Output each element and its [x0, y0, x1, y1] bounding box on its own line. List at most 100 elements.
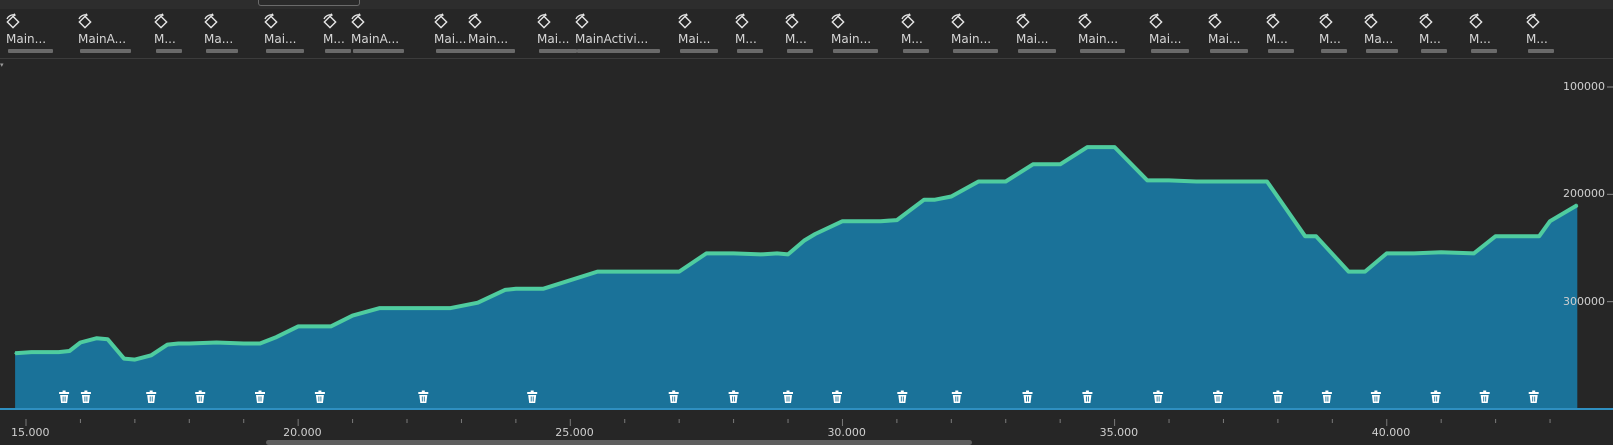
memory-area-chart[interactable] [0, 59, 1613, 419]
rotation-icon [1078, 13, 1092, 29]
memory-profiler: Main... MainA... M... Ma... Mai... M... MainA.… [0, 0, 1613, 445]
memory-data-point [79, 341, 82, 344]
rotation-icon [1419, 13, 1433, 29]
activity-event-label: M... [1419, 32, 1441, 46]
activity-event-label: Main... [831, 32, 872, 46]
y-tick-label: 300000 [1563, 294, 1605, 308]
memory-data-point [1576, 204, 1579, 206]
memory-data-point [1102, 146, 1105, 148]
memory-data-point [259, 342, 261, 345]
memory-data-point [14, 352, 16, 355]
memory-data-point [449, 307, 452, 309]
horizontal-scrollbar-thumb[interactable] [266, 440, 972, 445]
memory-data-point [1549, 220, 1551, 222]
x-tick-label: 25.000 [555, 426, 594, 439]
memory-data-point [1413, 252, 1415, 255]
activity-duration-bar [1528, 49, 1554, 53]
memory-data-point [787, 253, 789, 256]
activity-event-label: MainActivi... [575, 32, 649, 46]
activity-duration-bar [787, 49, 813, 53]
rotation-icon [1469, 13, 1483, 29]
memory-data-point [760, 253, 762, 256]
memory-data-point [215, 341, 218, 344]
activity-event-label: Ma... [1364, 32, 1394, 46]
rotation-icon [1149, 13, 1163, 29]
activity-duration-bar [577, 49, 661, 53]
activity-duration-bar [680, 49, 719, 53]
rotation-icon [264, 13, 278, 29]
activity-event-label: M... [154, 32, 176, 46]
memory-data-point [406, 307, 408, 309]
activity-duration-bar [903, 49, 929, 53]
activity-duration-bar [1018, 49, 1057, 53]
rotation-icon [1364, 13, 1378, 29]
memory-data-point [1043, 163, 1045, 166]
memory-data-point [96, 337, 98, 340]
rotation-icon [6, 13, 20, 29]
memory-data-point [188, 342, 191, 345]
activity-duration-bar [80, 49, 132, 53]
memory-data-point [923, 198, 925, 201]
memory-data-point [1168, 179, 1170, 182]
memory-data-point [1522, 235, 1524, 237]
memory-data-point [732, 252, 735, 255]
memory-data-point [1440, 251, 1442, 254]
memory-data-point [177, 342, 180, 345]
activity-event-label: M... [1266, 32, 1288, 46]
rotation-icon [831, 13, 845, 29]
memory-data-point [841, 220, 844, 222]
activity-events-row: Main... MainA... M... Ma... Mai... M... MainA.… [0, 9, 1613, 59]
activity-event-label: Mai... [678, 32, 711, 46]
activity-event-label: Mai... [1208, 32, 1241, 46]
memory-data-point [242, 342, 245, 345]
x-tick-label: 35.000 [1099, 426, 1139, 439]
memory-data-point [934, 198, 936, 201]
activity-duration-bar [1210, 49, 1249, 53]
activity-event-label: M... [1469, 32, 1491, 46]
activity-duration-bar [1080, 49, 1125, 53]
rotation-icon [575, 13, 589, 29]
activity-event-label: M... [323, 32, 345, 46]
rotation-icon [735, 13, 749, 29]
memory-data-point [275, 336, 278, 338]
memory-data-point [1255, 180, 1257, 183]
memory-data-point [379, 307, 381, 309]
rotation-icon [154, 13, 168, 29]
memory-data-point [879, 220, 882, 222]
memory-data-point [994, 180, 996, 183]
memory-data-point [150, 354, 152, 357]
rotation-icon [678, 13, 692, 29]
memory-data-point [803, 239, 806, 242]
activity-event-label: M... [901, 32, 923, 46]
rotation-icon [1208, 13, 1222, 29]
rotation-icon [1266, 13, 1280, 29]
memory-data-point [1494, 235, 1497, 237]
memory-data-point [1315, 235, 1317, 237]
rotation-icon [785, 13, 799, 29]
memory-data-point [950, 195, 953, 198]
activity-duration-bar [1366, 49, 1398, 53]
activity-duration-bar [1471, 49, 1497, 53]
memory-data-point [123, 357, 125, 360]
activity-duration-bar [1421, 49, 1447, 53]
memory-data-point [1538, 235, 1540, 237]
activity-duration-bar [539, 49, 578, 53]
activity-event-label: Main... [951, 32, 992, 46]
memory-data-point [297, 325, 299, 328]
rotation-icon [537, 13, 551, 29]
memory-data-point [1347, 270, 1350, 273]
selection-tab[interactable] [258, 0, 360, 6]
activity-duration-bar [470, 49, 515, 53]
activity-event-label: MainA... [351, 32, 400, 46]
memory-data-point [1473, 252, 1475, 255]
activity-event-label: Mai... [264, 32, 297, 46]
chart-baseline [0, 408, 1613, 410]
activity-duration-bar [156, 49, 182, 53]
memory-data-point [166, 343, 169, 346]
memory-data-point [1059, 163, 1061, 166]
memory-data-point [776, 252, 778, 255]
activity-event-label: MainA... [78, 32, 127, 46]
activity-event-label: Ma... [204, 32, 234, 46]
memory-data-point [1032, 163, 1034, 166]
memory-data-point [596, 270, 599, 273]
